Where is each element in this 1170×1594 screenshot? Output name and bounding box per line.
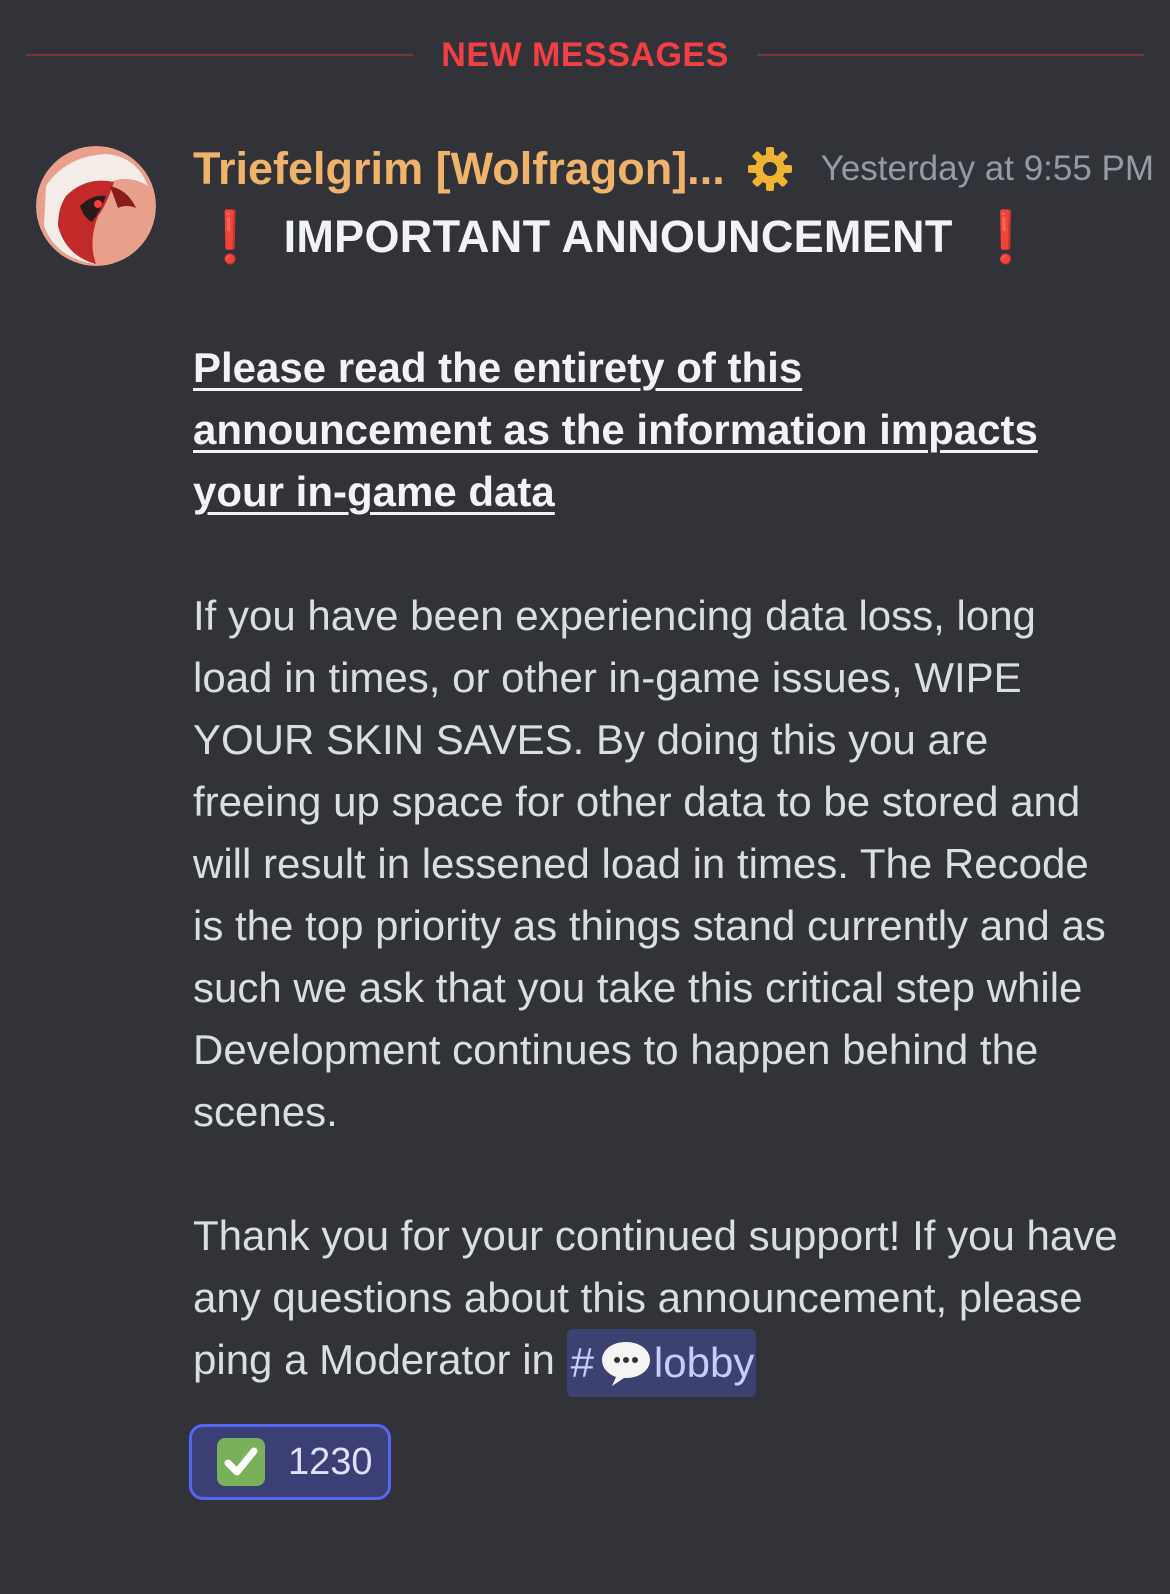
divider-line-left [26, 54, 414, 56]
message-paragraph: Thank you for your continued support! If… [193, 1205, 1123, 1397]
author-name[interactable]: Triefelgrim [Wolfragon]... [193, 143, 725, 195]
new-messages-divider: NEW MESSAGES [26, 24, 1145, 86]
message: Triefelgrim [Wolfragon]... Yesterday at … [193, 138, 1154, 1397]
reaction-count: 1230 [288, 1440, 373, 1483]
divider-line-right [756, 54, 1145, 56]
exclamation-icon: ❗ [974, 208, 1038, 265]
channel-mention-lobby[interactable]: # lobby [566, 1329, 757, 1397]
reaction-button[interactable]: 1230 [189, 1424, 391, 1500]
speech-bubble-icon [598, 1338, 654, 1388]
new-messages-label: NEW MESSAGES [441, 35, 729, 74]
announcement-headline: ❗ IMPORTANT ANNOUNCEMENT ❗ [193, 200, 1138, 274]
announcement-subhead: Please read the entirety of this announc… [193, 344, 1038, 515]
avatar[interactable] [36, 146, 156, 266]
exclamation-icon: ❗ [199, 208, 262, 265]
gear-icon [747, 146, 793, 192]
channel-name: lobby [653, 1339, 755, 1386]
message-header: Triefelgrim [Wolfragon]... Yesterday at … [193, 138, 1154, 200]
headline-text: IMPORTANT ANNOUNCEMENT [283, 211, 953, 262]
check-mark-icon [216, 1437, 266, 1487]
hash-icon: # [570, 1339, 594, 1386]
timestamp[interactable]: Yesterday at 9:55 PM [821, 149, 1154, 189]
message-paragraph: If you have been experiencing data loss,… [193, 592, 1106, 1135]
